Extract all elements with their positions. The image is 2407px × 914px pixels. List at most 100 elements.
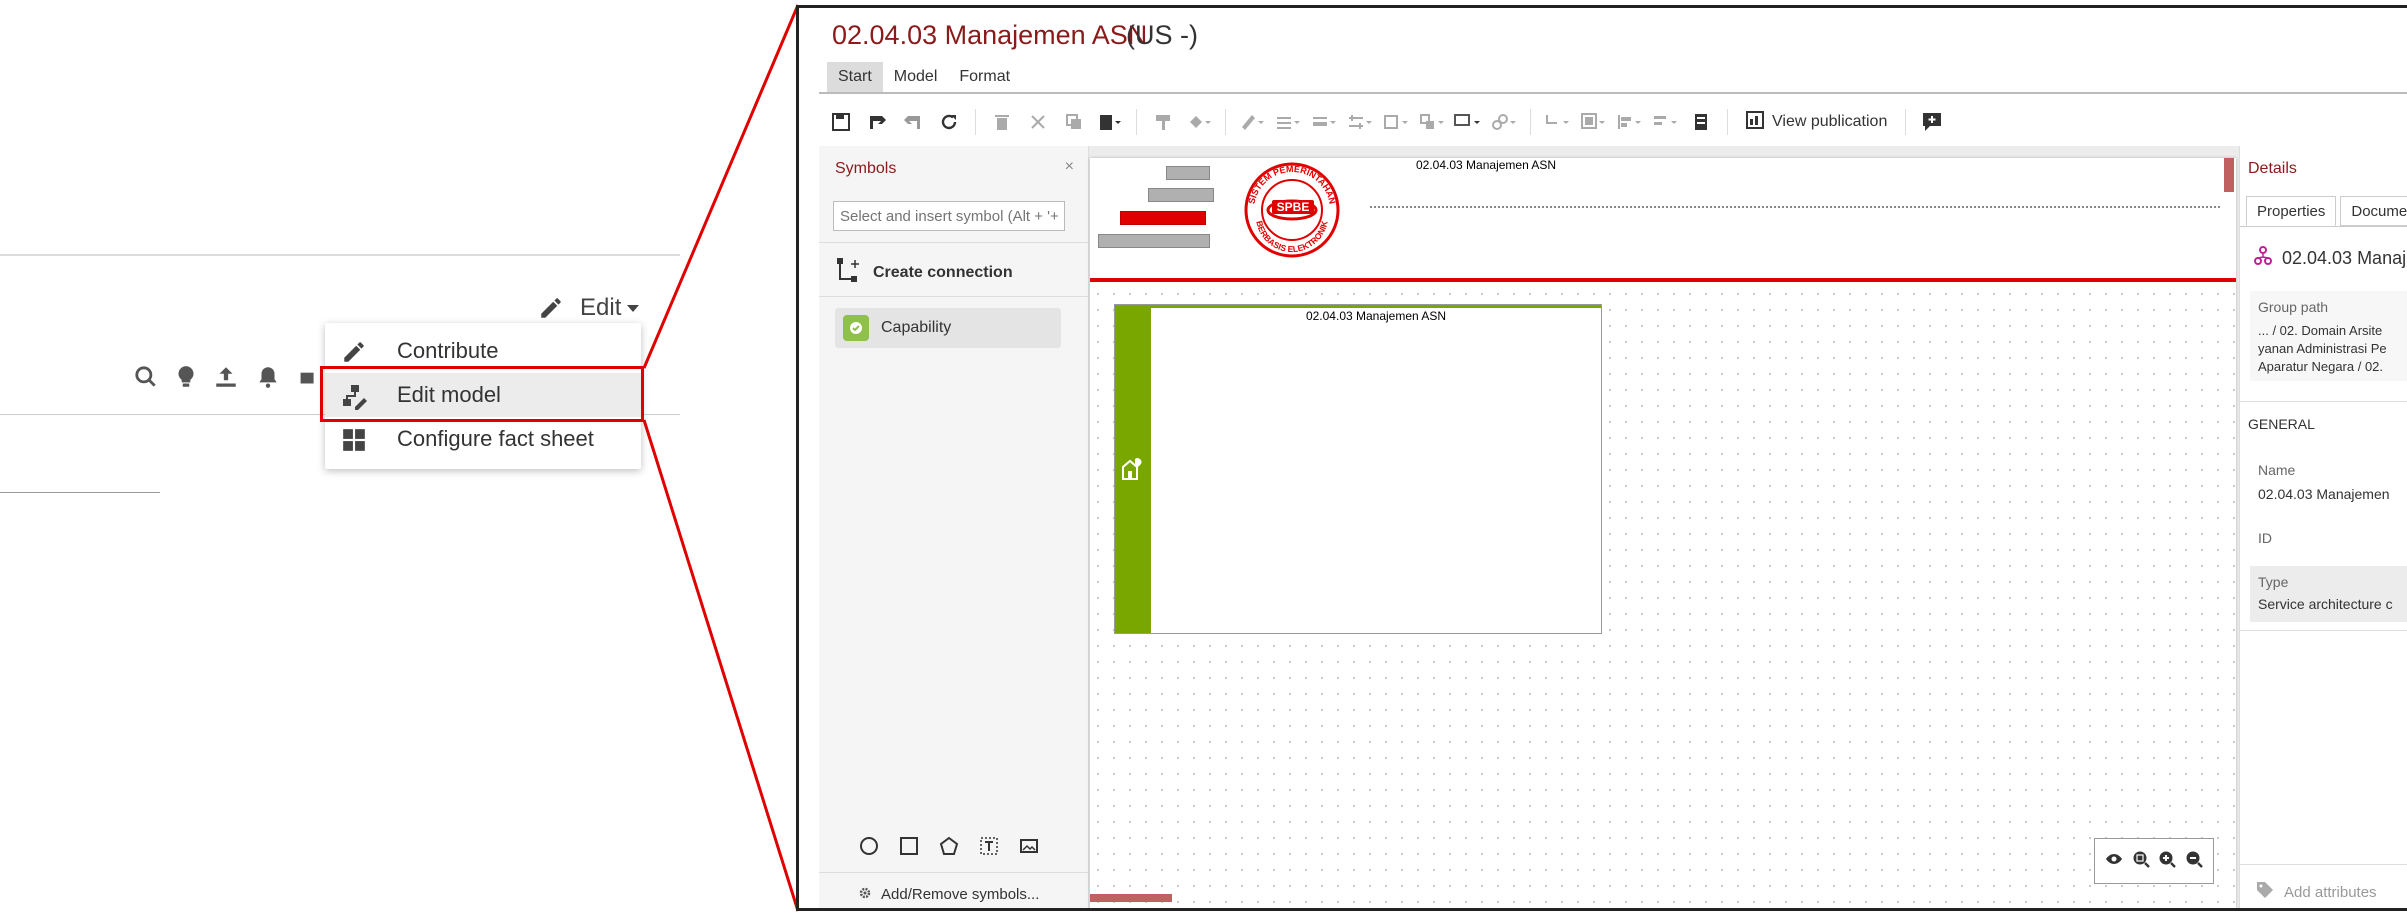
zoom-in-icon[interactable] (2158, 850, 2177, 873)
delete-icon[interactable] (988, 108, 1016, 136)
toolbar-separator (1727, 109, 1728, 135)
create-connection-button[interactable]: Create connection (835, 256, 1013, 289)
divider (2240, 864, 2407, 865)
id-field[interactable]: ID (2250, 518, 2407, 558)
header-dotted-line (1370, 206, 2220, 208)
add-attributes-button[interactable]: Add attributes (2256, 881, 2377, 903)
toolbar-separator (975, 109, 976, 135)
name-label: Name (2258, 462, 2296, 478)
format-painter-icon[interactable] (1149, 108, 1177, 136)
ribbon-toolbar: View publication (819, 100, 2407, 144)
save-icon[interactable] (827, 108, 855, 136)
add-attributes-label: Add attributes (2284, 883, 2377, 901)
align-icon[interactable] (1615, 108, 1643, 136)
symbol-capability[interactable]: Capability (835, 308, 1061, 348)
connection-icon (835, 256, 861, 289)
name-field[interactable]: Name 02.04.03 Manajemen (2250, 456, 2407, 514)
id-label: ID (2258, 530, 2272, 546)
group-path-line: Aparatur Negara / 02. (2258, 359, 2384, 374)
diagram-canvas[interactable]: SISTEM PEMERINTAHAN BERBASIS ELEKTRONIK … (1090, 158, 2236, 908)
shape-palette (859, 836, 1039, 861)
selected-model-label: 02.04.03 Manaj (2282, 248, 2407, 268)
fit-zoom-icon[interactable] (2132, 850, 2150, 873)
horizontal-scrollbar[interactable] (1090, 894, 1172, 902)
tab-properties[interactable]: Properties (2246, 196, 2337, 226)
symbol-search-input[interactable] (833, 201, 1065, 231)
capability-top-border (1151, 305, 1601, 308)
capability-shape[interactable]: 02.04.03 Manajemen ASN (1114, 304, 1602, 634)
distribute-icon[interactable] (1651, 108, 1679, 136)
title-bar: 02.04.03 Manajemen ASN (US -) (799, 8, 2407, 66)
bookmark-icon[interactable] (1687, 108, 1715, 136)
group-icon[interactable] (1579, 108, 1607, 136)
name-value: 02.04.03 Manajemen (2258, 486, 2390, 502)
close-icon[interactable]: × (1065, 158, 1074, 176)
details-tab-underline (2240, 226, 2407, 227)
tab-documents[interactable]: Docume (2340, 196, 2407, 226)
line-weight-icon[interactable] (1310, 108, 1338, 136)
insert-shape-icon[interactable] (1418, 108, 1446, 136)
link-icon[interactable] (1490, 108, 1518, 136)
symbols-heading: Symbols (835, 160, 897, 177)
gear-icon (859, 886, 871, 903)
toolbar-separator (1530, 109, 1531, 135)
language-selector[interactable]: (US -) (1126, 20, 1198, 51)
tab-underline (819, 92, 2407, 94)
group-path-field: Group path ... / 02. Domain Arsite yanan… (2250, 291, 2407, 381)
create-connection-label: Create connection (873, 263, 1013, 281)
add-remove-label: Add/Remove symbols... (881, 886, 1040, 903)
toolbar-separator (1136, 109, 1137, 135)
tab-format[interactable]: Format (948, 62, 1021, 92)
view-publication-button[interactable]: View publication (1740, 110, 1893, 134)
header-bar (1148, 188, 1214, 202)
eye-icon[interactable] (2105, 852, 2123, 871)
copy-icon[interactable] (1060, 108, 1088, 136)
toolbar-separator (1225, 109, 1226, 135)
type-value: Service architecture c (2258, 596, 2393, 612)
zoom-out-icon[interactable] (2185, 850, 2203, 873)
refresh-icon[interactable] (935, 108, 963, 136)
capability-label: Capability (881, 319, 952, 336)
header-red-line (1090, 278, 2236, 282)
line-color-icon[interactable] (1238, 108, 1266, 136)
connection-style-icon[interactable] (1543, 108, 1571, 136)
fill-icon[interactable] (1185, 108, 1213, 136)
vertical-scrollbar[interactable] (2224, 158, 2234, 192)
cut-icon[interactable] (1024, 108, 1052, 136)
redo-icon[interactable] (899, 108, 927, 136)
group-path-line: yanan Administrasi Pe (2258, 341, 2387, 356)
general-section-label: GENERAL (2248, 416, 2315, 432)
model-title: 02.04.03 Manajemen ASN (832, 20, 1148, 50)
details-heading: Details (2248, 160, 2297, 177)
circle-shape-icon[interactable] (859, 836, 879, 861)
divider (819, 296, 1089, 297)
image-shape-icon[interactable] (1019, 836, 1039, 861)
capability-stripe (1115, 305, 1151, 633)
model-type-icon (2254, 246, 2272, 271)
group-path-line: ... / 02. Domain Arsite (2258, 323, 2383, 338)
details-panel: Details Properties Docume 02.04.03 Manaj… (2239, 146, 2407, 908)
symbols-panel: Symbols × Create connection Capability A… (819, 146, 1089, 908)
diagram-title: 02.04.03 Manajemen ASN (1416, 158, 1557, 172)
rectangle-shape-icon[interactable] (899, 836, 919, 861)
type-field: Type Service architecture c (2250, 566, 2407, 622)
line-style-icon[interactable] (1274, 108, 1302, 136)
arrange-icon[interactable] (1346, 108, 1374, 136)
tab-model[interactable]: Model (883, 62, 949, 92)
paste-icon[interactable] (1096, 108, 1124, 136)
add-comment-icon[interactable] (1918, 108, 1946, 136)
capability-icon (843, 315, 869, 341)
pentagon-shape-icon[interactable] (939, 836, 959, 861)
add-remove-symbols-button[interactable]: Add/Remove symbols... (859, 886, 1039, 903)
edit-attributes-icon[interactable] (1382, 108, 1410, 136)
comment-icon[interactable] (1454, 108, 1482, 136)
capability-title: 02.04.03 Manajemen ASN (1305, 309, 1447, 323)
logo-text: SPBE (1277, 200, 1310, 214)
text-shape-icon[interactable] (979, 836, 999, 861)
toolbar-separator (1905, 109, 1907, 135)
details-tabs: Properties Docume (2246, 196, 2407, 226)
undo-icon[interactable] (863, 108, 891, 136)
tag-icon (2256, 881, 2274, 903)
tab-start[interactable]: Start (827, 62, 883, 92)
divider (819, 242, 1089, 243)
